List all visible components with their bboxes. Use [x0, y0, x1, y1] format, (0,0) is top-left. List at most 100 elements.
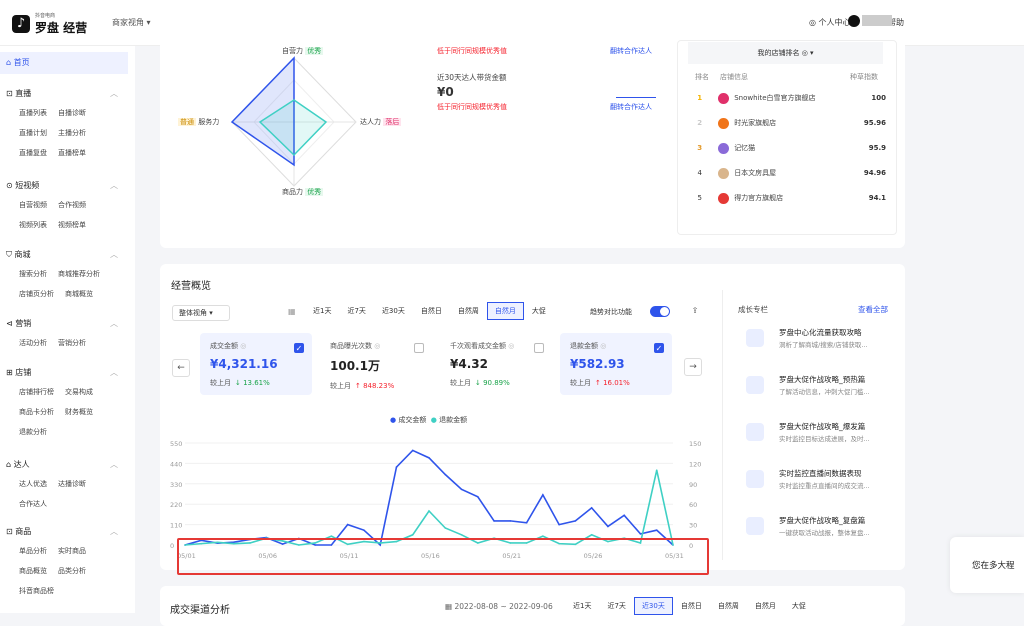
article-desc: 洞析了解商城/搜索/店铺获取... [779, 341, 868, 349]
sidebar-item[interactable]: 营销分析 [58, 338, 86, 348]
sidebar-item[interactable]: 视频列表 [19, 220, 47, 230]
turn-partner-link-2[interactable]: 翻转合作达人 [610, 102, 652, 112]
growth-article[interactable]: 罗盘中心化流量获取攻略 洞析了解商城/搜索/店铺获取... [742, 327, 902, 363]
sidebar-item[interactable]: 商品卡分析 [19, 407, 54, 417]
help-icon: ◎ [801, 49, 808, 57]
growth-more-link[interactable]: 查看全部 [858, 304, 888, 315]
sidebar-item[interactable]: 自营视频 [19, 200, 47, 210]
tab-2[interactable]: 近30天 [633, 597, 673, 615]
sidebar-item[interactable]: 单品分析 [19, 546, 47, 556]
metric-change: ↑ 848.23% [355, 382, 395, 390]
sidebar-item[interactable]: 活动分析 [19, 338, 47, 348]
avatar[interactable] [848, 15, 860, 27]
prev-metrics-button[interactable]: ← [172, 359, 190, 377]
sidebar-item[interactable]: 搜索分析 [19, 269, 47, 279]
chevron-up-icon: ︿ [110, 250, 118, 259]
tab-5[interactable]: 自然月 [747, 597, 784, 615]
view-select[interactable]: 整体视角 ▾ [172, 305, 230, 321]
sidebar-item[interactable]: 视频榜单 [58, 220, 86, 230]
sidebar-item[interactable]: 退款分析 [19, 427, 47, 437]
tab-4[interactable]: 自然周 [710, 597, 747, 615]
growth-article[interactable]: 实时监控直播间数据表现 实时监控重点直播间的成交流... [742, 468, 902, 504]
section-icon: ⊙ [6, 181, 16, 190]
ranking-row[interactable]: 4 日本文房具屋 94.96 [686, 164, 886, 182]
tab-2[interactable]: 近30天 [374, 302, 413, 320]
sidebar-section-2[interactable]: ⛉ 商城 ︿ [6, 249, 118, 260]
calendar-icon[interactable]: ▦ [288, 307, 296, 316]
channel-date-label: 2022-08-08 ~ 2022-09-06 [454, 602, 553, 611]
ranking-row[interactable]: 3 记忆猫 95.9 [686, 139, 886, 157]
next-metrics-button[interactable]: → [684, 358, 702, 376]
sidebar-item[interactable]: 品类分析 [58, 566, 86, 576]
sidebar-item[interactable]: 财务概览 [65, 407, 93, 417]
sidebar-item[interactable]: 合作达人 [19, 499, 47, 509]
sidebar-item[interactable]: 店铺排行榜 [19, 387, 54, 397]
metric-checkbox[interactable]: ✓ [294, 343, 304, 353]
sidebar-item[interactable]: 主播分析 [58, 128, 86, 138]
sidebar-section-5[interactable]: ⌂ 达人 ︿ [6, 459, 118, 470]
personal-center-link[interactable]: ◎ 个人中心 [809, 17, 851, 28]
sidebar-item[interactable]: 商城概览 [65, 289, 93, 299]
rank-number: 3 [697, 144, 703, 152]
metric-value: ¥4,321.16 [210, 357, 278, 371]
sidebar-item[interactable]: 直播计划 [19, 128, 47, 138]
sidebar-item[interactable]: 实时商品 [58, 546, 86, 556]
sidebar-item[interactable]: 商品概览 [19, 566, 47, 576]
tab-1[interactable]: 近7天 [599, 597, 633, 615]
metric-card[interactable]: 千次观看成交金额 ◎ ¥4.32 较上月 ↓ 90.89% [440, 333, 552, 395]
metric-card[interactable]: 商品曝光次数 ◎ 100.1万 较上月 ↑ 848.23% [320, 333, 432, 395]
ranking-row[interactable]: 5 得力官方旗舰店 94.1 [686, 189, 886, 207]
home-icon: ⌂ [6, 58, 12, 67]
sidebar-item[interactable]: 直播列表 [19, 108, 47, 118]
perspective-dropdown[interactable]: 商家视角 ▾ [112, 17, 151, 28]
sidebar-item[interactable]: 抖音商品榜 [19, 586, 54, 596]
sidebar-section-4[interactable]: ⊞ 店铺 ︿ [6, 367, 118, 378]
sidebar-item[interactable]: 合作视频 [58, 200, 86, 210]
sidebar-item[interactable]: 交易构成 [65, 387, 93, 397]
tab-0[interactable]: 近1天 [565, 597, 599, 615]
tab-1[interactable]: 近7天 [339, 302, 373, 320]
sidebar-item[interactable]: 商城推荐分析 [58, 269, 100, 279]
upload-icon[interactable]: ⇪ [688, 306, 702, 320]
tab-3[interactable]: 自然日 [413, 302, 450, 320]
article-desc: 了解活动信息，冲刺大促门槛... [779, 388, 870, 396]
sidebar-item[interactable]: 达人优选 [19, 479, 47, 489]
metric-checkbox[interactable] [414, 343, 424, 353]
tab-6[interactable]: 大促 [524, 302, 554, 320]
sidebar-item[interactable]: 直播复盘 [19, 148, 47, 158]
metric-checkbox[interactable]: ✓ [654, 343, 664, 353]
growth-article[interactable]: 罗盘大促作战攻略_复盘篇 一键获取活动战报，整体复盘... [742, 515, 902, 551]
ranking-row[interactable]: 2 时光家旗舰店 95.96 [686, 114, 886, 132]
sidebar-item-home[interactable]: ⌂ 首页 [0, 52, 128, 74]
sidebar-item[interactable]: 达播诊断 [58, 479, 86, 489]
channel-date-range[interactable]: ▦ 2022-08-08 ~ 2022-09-06 [445, 602, 553, 611]
my-rank-header: 我的店铺排名 ◎ ▾ [688, 42, 883, 64]
metric-card[interactable]: 退款金额 ◎ ¥582.93 较上月 ↑ 16.01% ✓ [560, 333, 672, 395]
sidebar-item[interactable]: 自播诊断 [58, 108, 86, 118]
tab-3[interactable]: 自然日 [673, 597, 710, 615]
sidebar-item[interactable]: 店铺页分析 [19, 289, 54, 299]
series-line-0 [184, 449, 674, 547]
turn-partner-link-1[interactable]: 翻转合作达人 [610, 46, 652, 56]
sidebar-section-3[interactable]: ⊲ 营销 ︿ [6, 318, 118, 329]
logo[interactable]: ♪ 抖音电商 罗盘 经营 [12, 12, 87, 36]
survey-popup[interactable]: 您在多大程 [950, 537, 1024, 593]
tab-6[interactable]: 大促 [784, 597, 814, 615]
trend-compare-toggle[interactable] [650, 306, 670, 317]
metric-checkbox[interactable] [534, 343, 544, 353]
tab-4[interactable]: 自然周 [450, 302, 487, 320]
sidebar-item[interactable]: 直播榜单 [58, 148, 86, 158]
metric-card[interactable]: 成交金额 ◎ ¥4,321.16 较上月 ↓ 13.61% ✓ [200, 333, 312, 395]
growth-article[interactable]: 罗盘大促作战攻略_爆发篇 实时监控目标达成进展，及时... [742, 421, 902, 457]
tab-5[interactable]: 自然月 [486, 302, 524, 320]
ranking-row[interactable]: 1 Snowhite白雪官方旗舰店 100 [686, 89, 886, 107]
tab-0[interactable]: 近1天 [305, 302, 339, 320]
sidebar-home-label: 首页 [13, 58, 30, 67]
section-icon: ⊞ [6, 368, 16, 377]
growth-article[interactable]: 罗盘大促作战攻略_预热篇 了解活动信息，冲刺大促门槛... [742, 374, 902, 410]
metric-value: 100.1万 [330, 359, 380, 373]
sidebar-section-0[interactable]: ⊡ 直播 ︿ [6, 88, 118, 99]
sidebar-section-6[interactable]: ⊡ 商品 ︿ [6, 526, 118, 537]
store-name: 记忆猫 [734, 144, 756, 152]
sidebar-section-1[interactable]: ⊙ 短视频 ︿ [6, 180, 118, 191]
